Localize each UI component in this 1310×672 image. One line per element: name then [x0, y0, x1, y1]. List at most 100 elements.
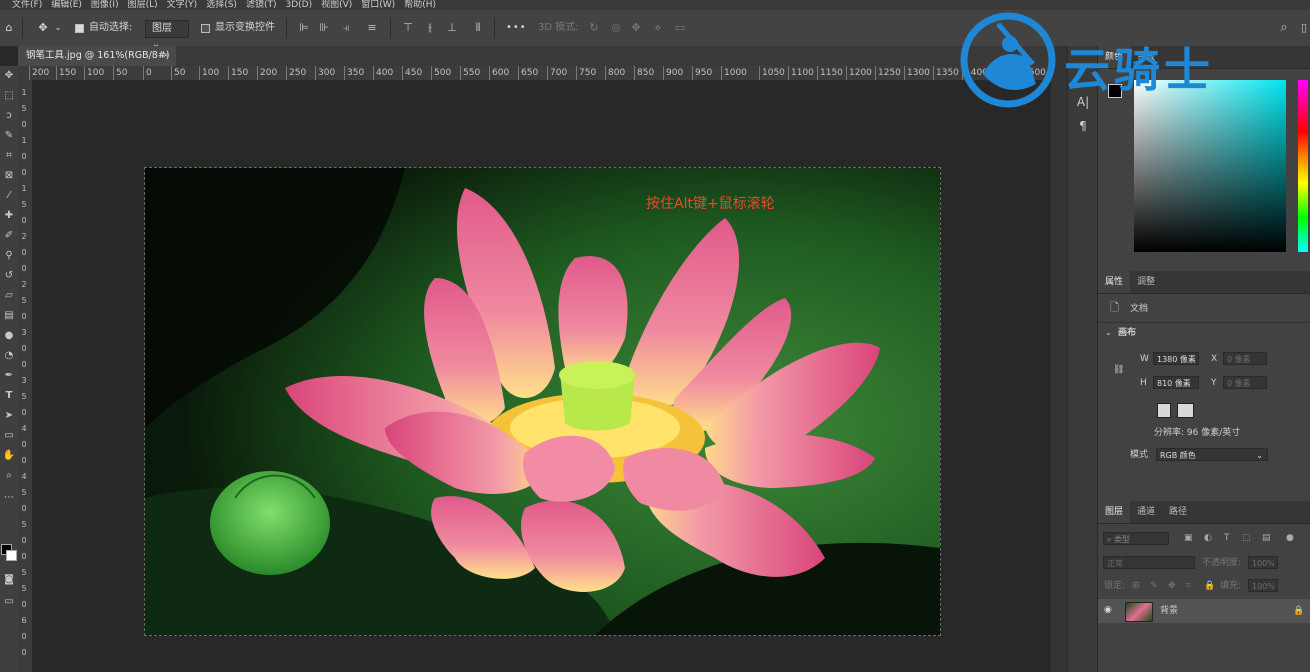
shape-filter-icon[interactable]: ⬚	[1242, 532, 1251, 544]
layer-filter-dropdown[interactable]: ⌕ 类型	[1103, 532, 1169, 545]
type-tool-icon[interactable]: T	[1, 388, 17, 404]
more-tools-icon[interactable]: ⋯	[1, 490, 17, 506]
paragraph-panel-icon[interactable]: ¶	[1075, 118, 1091, 134]
quick-mask-icon[interactable]: ◙	[1, 572, 17, 588]
vertical-scrollbar[interactable]	[1050, 46, 1068, 672]
marquee-tool-icon[interactable]: ⬚	[1, 88, 17, 104]
menu-image[interactable]: 图像(I)	[91, 0, 119, 10]
chevron-down-icon[interactable]: ⌄	[53, 20, 63, 36]
path-select-tool-icon[interactable]: ➤	[1, 408, 17, 424]
background-color-swatch[interactable]	[6, 550, 17, 561]
tab-properties[interactable]: 属性	[1098, 271, 1131, 293]
align-top-icon[interactable]: ⊤	[402, 22, 414, 34]
distribute-icon[interactable]: ≡	[366, 22, 378, 34]
dodge-tool-icon[interactable]: ◔	[1, 348, 17, 364]
document-tab[interactable]: 钢笔工具.jpg @ 161%(RGB/8#) ×	[18, 46, 176, 66]
menu-3d[interactable]: 3D(D)	[285, 0, 312, 10]
tab-paths[interactable]: 路径	[1162, 501, 1194, 523]
blur-tool-icon[interactable]: ●	[1, 328, 17, 344]
frame-tool-icon[interactable]: ⊠	[1, 168, 17, 184]
width-label: W	[1140, 354, 1149, 364]
align-left-icon[interactable]: ⊫	[298, 22, 310, 34]
distribute-vertical-icon[interactable]: ⫴	[472, 22, 484, 34]
more-options-button[interactable]: •••	[506, 22, 527, 34]
ruler-tick: 3	[21, 376, 27, 385]
auto-select-checkbox[interactable]	[75, 24, 84, 33]
pen-tool-icon[interactable]: ✒	[1, 368, 17, 384]
adjustment-filter-icon[interactable]: ◐	[1204, 532, 1212, 544]
gradient-tool-icon[interactable]: ▤	[1, 308, 17, 324]
link-icon[interactable]: ⛓	[1113, 364, 1124, 376]
menu-help[interactable]: 帮助(H)	[404, 0, 436, 10]
align-center-icon[interactable]: ⊪	[318, 22, 330, 34]
crop-tool-icon[interactable]: ⌗	[1, 148, 17, 164]
3d-pan-icon[interactable]: ✥	[630, 22, 642, 34]
ruler-tick: 50	[113, 66, 127, 80]
menu-type[interactable]: 文字(Y)	[167, 0, 198, 10]
filter-toggle-icon[interactable]: ●	[1286, 532, 1294, 544]
menu-window[interactable]: 窗口(W)	[361, 0, 395, 10]
layer-row[interactable]: ◉ 背景 🔒	[1098, 599, 1310, 623]
close-icon[interactable]: ×	[162, 46, 170, 66]
ruler-tick: 5	[21, 392, 27, 401]
lock-transparent-icon[interactable]: ⊞	[1132, 580, 1140, 592]
healing-brush-tool-icon[interactable]: ✚	[1, 208, 17, 224]
opacity-field[interactable]: 100%	[1248, 556, 1278, 569]
brush-tool-icon[interactable]: ✐	[1, 228, 17, 244]
align-right-icon[interactable]: ⫣	[340, 22, 352, 34]
chevron-down-icon[interactable]: ⌄	[1105, 327, 1112, 339]
3d-roll-icon[interactable]: ◎	[610, 22, 622, 34]
pixel-filter-icon[interactable]: ▣	[1184, 532, 1193, 544]
tab-adjustments[interactable]: 调整	[1130, 271, 1162, 293]
move-tool-icon[interactable]: ✥	[32, 20, 54, 36]
eyedropper-tool-icon[interactable]: ⁄	[1, 188, 17, 204]
hand-tool-icon[interactable]: ✋	[1, 448, 17, 464]
ruler-tick: 2	[21, 232, 27, 241]
portrait-orientation-icon[interactable]	[1157, 403, 1171, 418]
ruler-tick: 400	[373, 66, 393, 80]
canvas-image[interactable]	[144, 167, 941, 636]
auto-select-dropdown[interactable]: 图层 ⌄	[145, 20, 189, 50]
menu-layer[interactable]: 图层(L)	[128, 0, 158, 10]
shape-tool-icon[interactable]: ▭	[1, 428, 17, 444]
quick-select-tool-icon[interactable]: ✎	[1, 128, 17, 144]
fill-field[interactable]: 100%	[1248, 579, 1278, 592]
lock-all-icon[interactable]: 🔒	[1204, 580, 1215, 592]
lock-artboard-icon[interactable]: ⌗	[1186, 580, 1191, 592]
lasso-tool-icon[interactable]: ↄ	[1, 108, 17, 124]
height-field[interactable]: 810 像素	[1153, 376, 1199, 389]
3d-scale-icon[interactable]: ▭	[674, 22, 686, 34]
tab-layers[interactable]: 图层	[1098, 501, 1131, 523]
visibility-eye-icon[interactable]: ◉	[1104, 604, 1112, 616]
ruler-tick: 3	[21, 328, 27, 337]
3d-slide-icon[interactable]: ⋄	[652, 22, 664, 34]
menu-file[interactable]: 文件(F)	[12, 0, 42, 10]
align-middle-icon[interactable]: ⫲	[424, 22, 436, 34]
width-field[interactable]: 1380 像素	[1153, 352, 1199, 365]
eraser-tool-icon[interactable]: ▱	[1, 288, 17, 304]
show-transform-checkbox[interactable]	[201, 24, 210, 33]
tab-channels[interactable]: 通道	[1130, 501, 1162, 523]
home-icon[interactable]: ⌂	[2, 20, 16, 36]
blend-mode-dropdown[interactable]: 正常	[1103, 556, 1195, 569]
menu-select[interactable]: 选择(S)	[206, 0, 237, 10]
history-brush-tool-icon[interactable]: ↺	[1, 268, 17, 284]
align-bottom-icon[interactable]: ⊥	[446, 22, 458, 34]
lock-position-icon[interactable]: ✥	[1168, 580, 1176, 592]
y-field[interactable]: 0 像素	[1223, 376, 1267, 389]
mode-dropdown[interactable]: RGB 颜色 ⌄	[1156, 448, 1268, 461]
menu-filter[interactable]: 滤镜(T)	[246, 0, 277, 10]
landscape-orientation-icon[interactable]	[1177, 403, 1194, 418]
auto-select-value: 图层	[152, 23, 172, 34]
type-filter-icon[interactable]: T	[1224, 532, 1230, 544]
menu-view[interactable]: 视图(V)	[321, 0, 352, 10]
lock-pixels-icon[interactable]: ✎	[1150, 580, 1158, 592]
smart-object-filter-icon[interactable]: ▤	[1262, 532, 1271, 544]
screen-mode-icon[interactable]: ▭	[1, 594, 17, 610]
clone-stamp-tool-icon[interactable]: ⚲	[1, 248, 17, 264]
menu-edit[interactable]: 编辑(E)	[51, 0, 82, 10]
x-field[interactable]: 0 像素	[1223, 352, 1267, 365]
move-tool-icon[interactable]: ✥	[1, 68, 17, 84]
zoom-tool-icon[interactable]: ⌕	[1, 468, 17, 484]
3d-rotate-icon[interactable]: ↻	[588, 22, 600, 34]
